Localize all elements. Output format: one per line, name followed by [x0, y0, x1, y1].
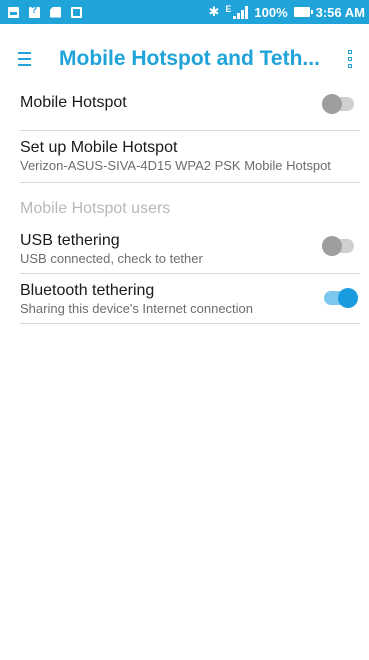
setup-hotspot-row[interactable]: Set up Mobile Hotspot Verizon-ASUS-SIVA-…: [20, 131, 360, 183]
mobile-hotspot-label: Mobile Hotspot: [20, 94, 127, 111]
settings-list: Mobile Hotspot Set up Mobile Hotspot Ver…: [0, 94, 369, 324]
hotspot-users-row: Mobile Hotspot users: [20, 183, 360, 223]
overflow-menu-icon[interactable]: [345, 47, 355, 71]
setup-hotspot-summary: Verizon-ASUS-SIVA-4D15 WPA2 PSK Mobile H…: [20, 158, 331, 173]
bluetooth-tethering-summary: Sharing this device's Internet connectio…: [20, 301, 254, 316]
menu-icon[interactable]: [18, 44, 48, 74]
image-notification-icon: [8, 6, 19, 18]
usb-tethering-toggle[interactable]: [322, 236, 354, 256]
app-bar: Mobile Hotspot and Teth...: [0, 24, 369, 94]
bluetooth-tethering-row[interactable]: Bluetooth tethering Sharing this device'…: [20, 274, 360, 324]
status-bar: ✱ E 100% 3:56 AM: [0, 0, 369, 24]
bluetooth-tethering-toggle[interactable]: [324, 288, 358, 308]
hotspot-users-label: Mobile Hotspot users: [20, 200, 171, 217]
battery-icon: [293, 7, 313, 17]
clock: 3:56 AM: [315, 4, 365, 20]
bluetooth-tethering-label: Bluetooth tethering: [20, 282, 155, 299]
notification-icons: [8, 5, 82, 18]
page-title: Mobile Hotspot and Teth...: [59, 47, 320, 70]
signal-strength-icon: [233, 5, 249, 19]
usb-tethering-summary: USB connected, check to tether: [20, 251, 203, 266]
usb-tethering-row[interactable]: USB tethering USB connected, check to te…: [20, 223, 360, 274]
network-type-label: E: [225, 3, 232, 14]
mobile-hotspot-row[interactable]: Mobile Hotspot: [20, 94, 360, 131]
help-notification-icon: [29, 5, 40, 18]
sd-card-icon: [50, 6, 61, 18]
usb-tethering-label: USB tethering: [20, 232, 120, 249]
bluetooth-icon: ✱: [208, 4, 220, 19]
system-icons: ✱ E 100% 3:56 AM: [208, 4, 365, 20]
mobile-hotspot-toggle[interactable]: [322, 94, 354, 114]
checkbox-notification-icon: [71, 6, 82, 18]
battery-percent: 100%: [254, 4, 288, 20]
setup-hotspot-label: Set up Mobile Hotspot: [20, 139, 178, 156]
